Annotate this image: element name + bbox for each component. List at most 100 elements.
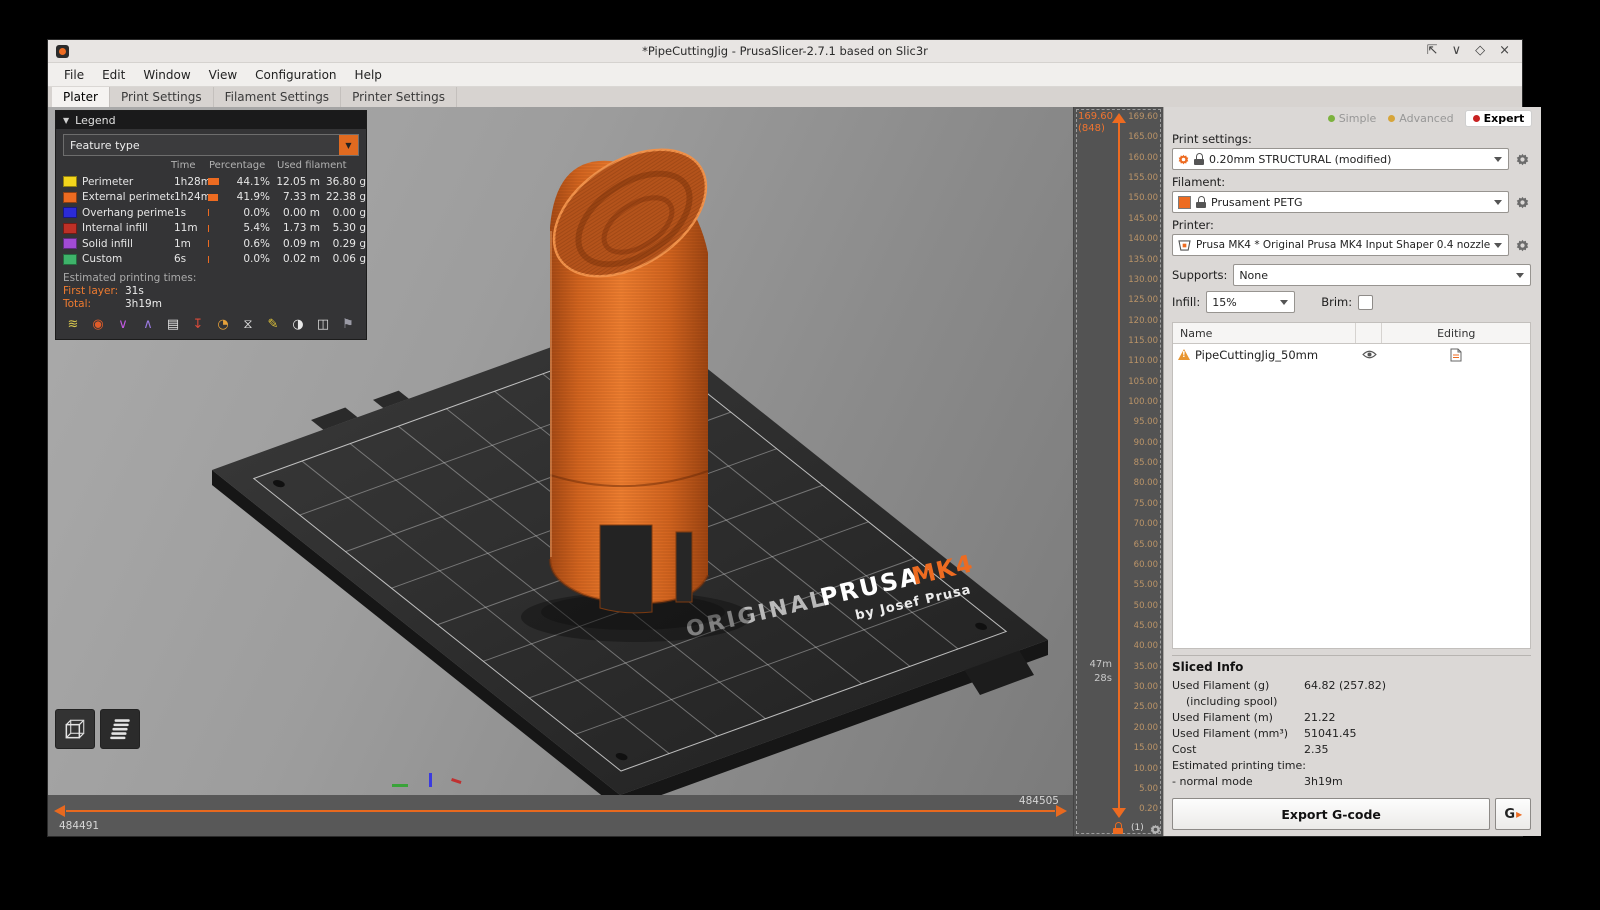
legend-row[interactable]: Perimeter 1h28m 44.1% 12.05 m 36.80 g xyxy=(63,174,359,190)
tab-plater[interactable]: Plater xyxy=(52,87,110,109)
view-layers-button[interactable] xyxy=(100,709,140,749)
feature-meters: 12.05 m xyxy=(270,176,320,188)
feature-color-swatch xyxy=(63,192,77,203)
feature-meters: 0.00 m xyxy=(270,207,320,219)
ruler-tick-label: 115.00 xyxy=(1128,337,1158,346)
mode-expert[interactable]: Expert xyxy=(1466,111,1532,126)
pause-prints-icon[interactable]: ⧖ xyxy=(240,318,256,332)
maximize-icon[interactable]: ◇ xyxy=(1475,41,1485,61)
retractions-icon[interactable]: ∨ xyxy=(115,318,131,332)
infill-dropdown[interactable]: 15% xyxy=(1206,291,1295,313)
menu-item[interactable]: Help xyxy=(347,66,390,84)
export-gcode-button[interactable]: Export G-code xyxy=(1172,798,1490,830)
gear-icon xyxy=(1516,153,1529,166)
wipe-icon[interactable]: ◉ xyxy=(90,318,106,332)
feature-label: Solid infill xyxy=(77,238,174,250)
ruler-tick-label: 60.00 xyxy=(1134,561,1158,570)
feature-color-swatch xyxy=(63,207,77,218)
export-gcode-icon-button[interactable]: G▸ xyxy=(1495,798,1531,830)
menu-item[interactable]: Window xyxy=(135,66,198,84)
estimated-times-header: Estimated printing times: xyxy=(63,272,359,284)
legend-row[interactable]: Custom 6s 0.0% 0.02 m 0.06 g xyxy=(63,252,359,268)
printer-icon xyxy=(1178,240,1191,251)
legend-column-headers: Time Percentage Used filament xyxy=(63,160,359,173)
slider-left-arrow-icon[interactable] xyxy=(54,805,65,817)
legend-row[interactable]: Solid infill 1m 0.6% 0.09 m 0.29 g xyxy=(63,236,359,252)
ruler-tick-label: 165.00 xyxy=(1128,133,1158,142)
sliced-model[interactable] xyxy=(531,124,729,613)
layer-slider-track[interactable] xyxy=(1118,123,1120,808)
tab-print-settings[interactable]: Print Settings xyxy=(110,87,214,109)
layer-slider-top-handle[interactable] xyxy=(1112,113,1126,123)
feature-time: 1h24m xyxy=(174,191,208,203)
layer-slider[interactable]: 169.60 (848) 169.60165.00160.00155.00150… xyxy=(1073,107,1163,836)
sliced-info-row: Used Filament (mm³) 51041.45 xyxy=(1172,726,1531,742)
ruler-tick-label: 105.00 xyxy=(1128,378,1158,387)
minimize-icon[interactable]: ∨ xyxy=(1452,41,1462,61)
feature-percentage: 0.0% xyxy=(232,253,270,265)
dropdown-arrow-icon[interactable]: ▼ xyxy=(339,135,358,155)
legend-row[interactable]: Internal infill 11m 5.4% 1.73 m 5.30 g xyxy=(63,221,359,237)
menu-item[interactable]: File xyxy=(56,66,92,84)
view-3d-button[interactable] xyxy=(55,709,95,749)
object-list-empty-area[interactable] xyxy=(1173,365,1530,648)
edit-filament-button[interactable] xyxy=(1513,193,1531,211)
menu-item[interactable]: Configuration xyxy=(247,66,344,84)
lock-icon[interactable] xyxy=(1113,822,1123,834)
ruler-tick-label: 70.00 xyxy=(1134,520,1158,529)
supports-value: None xyxy=(1239,269,1268,282)
edit-print-settings-button[interactable] xyxy=(1513,150,1531,168)
close-icon[interactable]: × xyxy=(1499,41,1510,61)
travels-icon[interactable]: ≋ xyxy=(65,318,81,332)
feature-color-swatch xyxy=(63,254,77,265)
menu-item[interactable]: View xyxy=(201,66,245,84)
legend-header[interactable]: ▼ Legend xyxy=(56,111,366,129)
window-title: *PipeCuttingJig - PrusaSlicer-2.7.1 base… xyxy=(48,44,1522,58)
eye-icon[interactable] xyxy=(1362,349,1377,360)
color-changes-icon[interactable]: ◔ xyxy=(215,318,231,332)
legend-row[interactable]: External perimeter 1h24m 41.9% 7.33 m 22… xyxy=(63,190,359,206)
tab-bar: Plater Print Settings Filament Settings … xyxy=(48,87,1522,109)
layer-time-estimate: 47m 28s xyxy=(1084,658,1112,686)
scene-canvas[interactable]: ORIGINAL PRUSA MK4 by Josef Prusa xyxy=(48,107,1073,795)
mode-simple[interactable]: Simple xyxy=(1328,112,1377,125)
pin-window-icon[interactable]: ⇱ xyxy=(1427,41,1438,61)
legend-flag-icon[interactable]: ⚑ xyxy=(340,318,356,332)
printer-dropdown[interactable]: Prusa MK4 * Original Prusa MK4 Input Sha… xyxy=(1172,234,1509,256)
menu-item[interactable]: Edit xyxy=(94,66,133,84)
tool-marker-icon[interactable]: ↧ xyxy=(190,318,206,332)
slider-track[interactable] xyxy=(66,810,1055,812)
feature-type-dropdown[interactable]: Feature type ▼ xyxy=(63,134,359,156)
deretractions-icon[interactable]: ∧ xyxy=(140,318,156,332)
legend-row[interactable]: Overhang perimeter 1s 0.0% 0.00 m 0.00 g xyxy=(63,205,359,221)
feature-percentage: 44.1% xyxy=(232,176,270,188)
edit-printer-button[interactable] xyxy=(1513,236,1531,254)
feature-label: External perimeter xyxy=(77,191,174,203)
brim-label: Brim: xyxy=(1321,295,1352,309)
layer-slider-bottom-handle[interactable] xyxy=(1112,808,1126,818)
object-row[interactable]: PipeCuttingJig_50mm xyxy=(1173,344,1530,365)
horizontal-move-slider[interactable]: 484505 484491 xyxy=(48,795,1073,836)
mode-advanced[interactable]: Advanced xyxy=(1388,112,1453,125)
edit-object-icon[interactable] xyxy=(1450,348,1462,362)
feature-color-swatch xyxy=(63,223,77,234)
filament-dropdown[interactable]: Prusament PETG xyxy=(1172,191,1509,213)
custom-gcodes-icon[interactable]: ✎ xyxy=(265,318,281,332)
gear-icon xyxy=(1516,239,1529,252)
feature-type-value: Feature type xyxy=(70,139,140,152)
tab-filament-settings[interactable]: Filament Settings xyxy=(214,87,341,109)
ruler-tick-label: 135.00 xyxy=(1128,256,1158,265)
brim-checkbox[interactable] xyxy=(1358,295,1373,310)
feature-time: 11m xyxy=(174,222,208,234)
plater-3d-viewport[interactable]: ORIGINAL PRUSA MK4 by Josef Prusa xyxy=(48,107,1073,836)
slider-settings-gear-icon[interactable] xyxy=(1150,824,1161,835)
shells-icon[interactable]: ◑ xyxy=(290,318,306,332)
supports-dropdown[interactable]: None xyxy=(1233,264,1531,286)
ruler-tick-label: 50.00 xyxy=(1134,602,1158,611)
wireframe-icon[interactable]: ◫ xyxy=(315,318,331,332)
tab-printer-settings[interactable]: Printer Settings xyxy=(341,87,457,109)
seams-icon[interactable]: ▤ xyxy=(165,318,181,332)
print-settings-dropdown[interactable]: 0.20mm STRUCTURAL (modified) xyxy=(1172,148,1509,170)
feature-label: Custom xyxy=(77,253,174,265)
bed-origin-axes xyxy=(392,773,462,787)
